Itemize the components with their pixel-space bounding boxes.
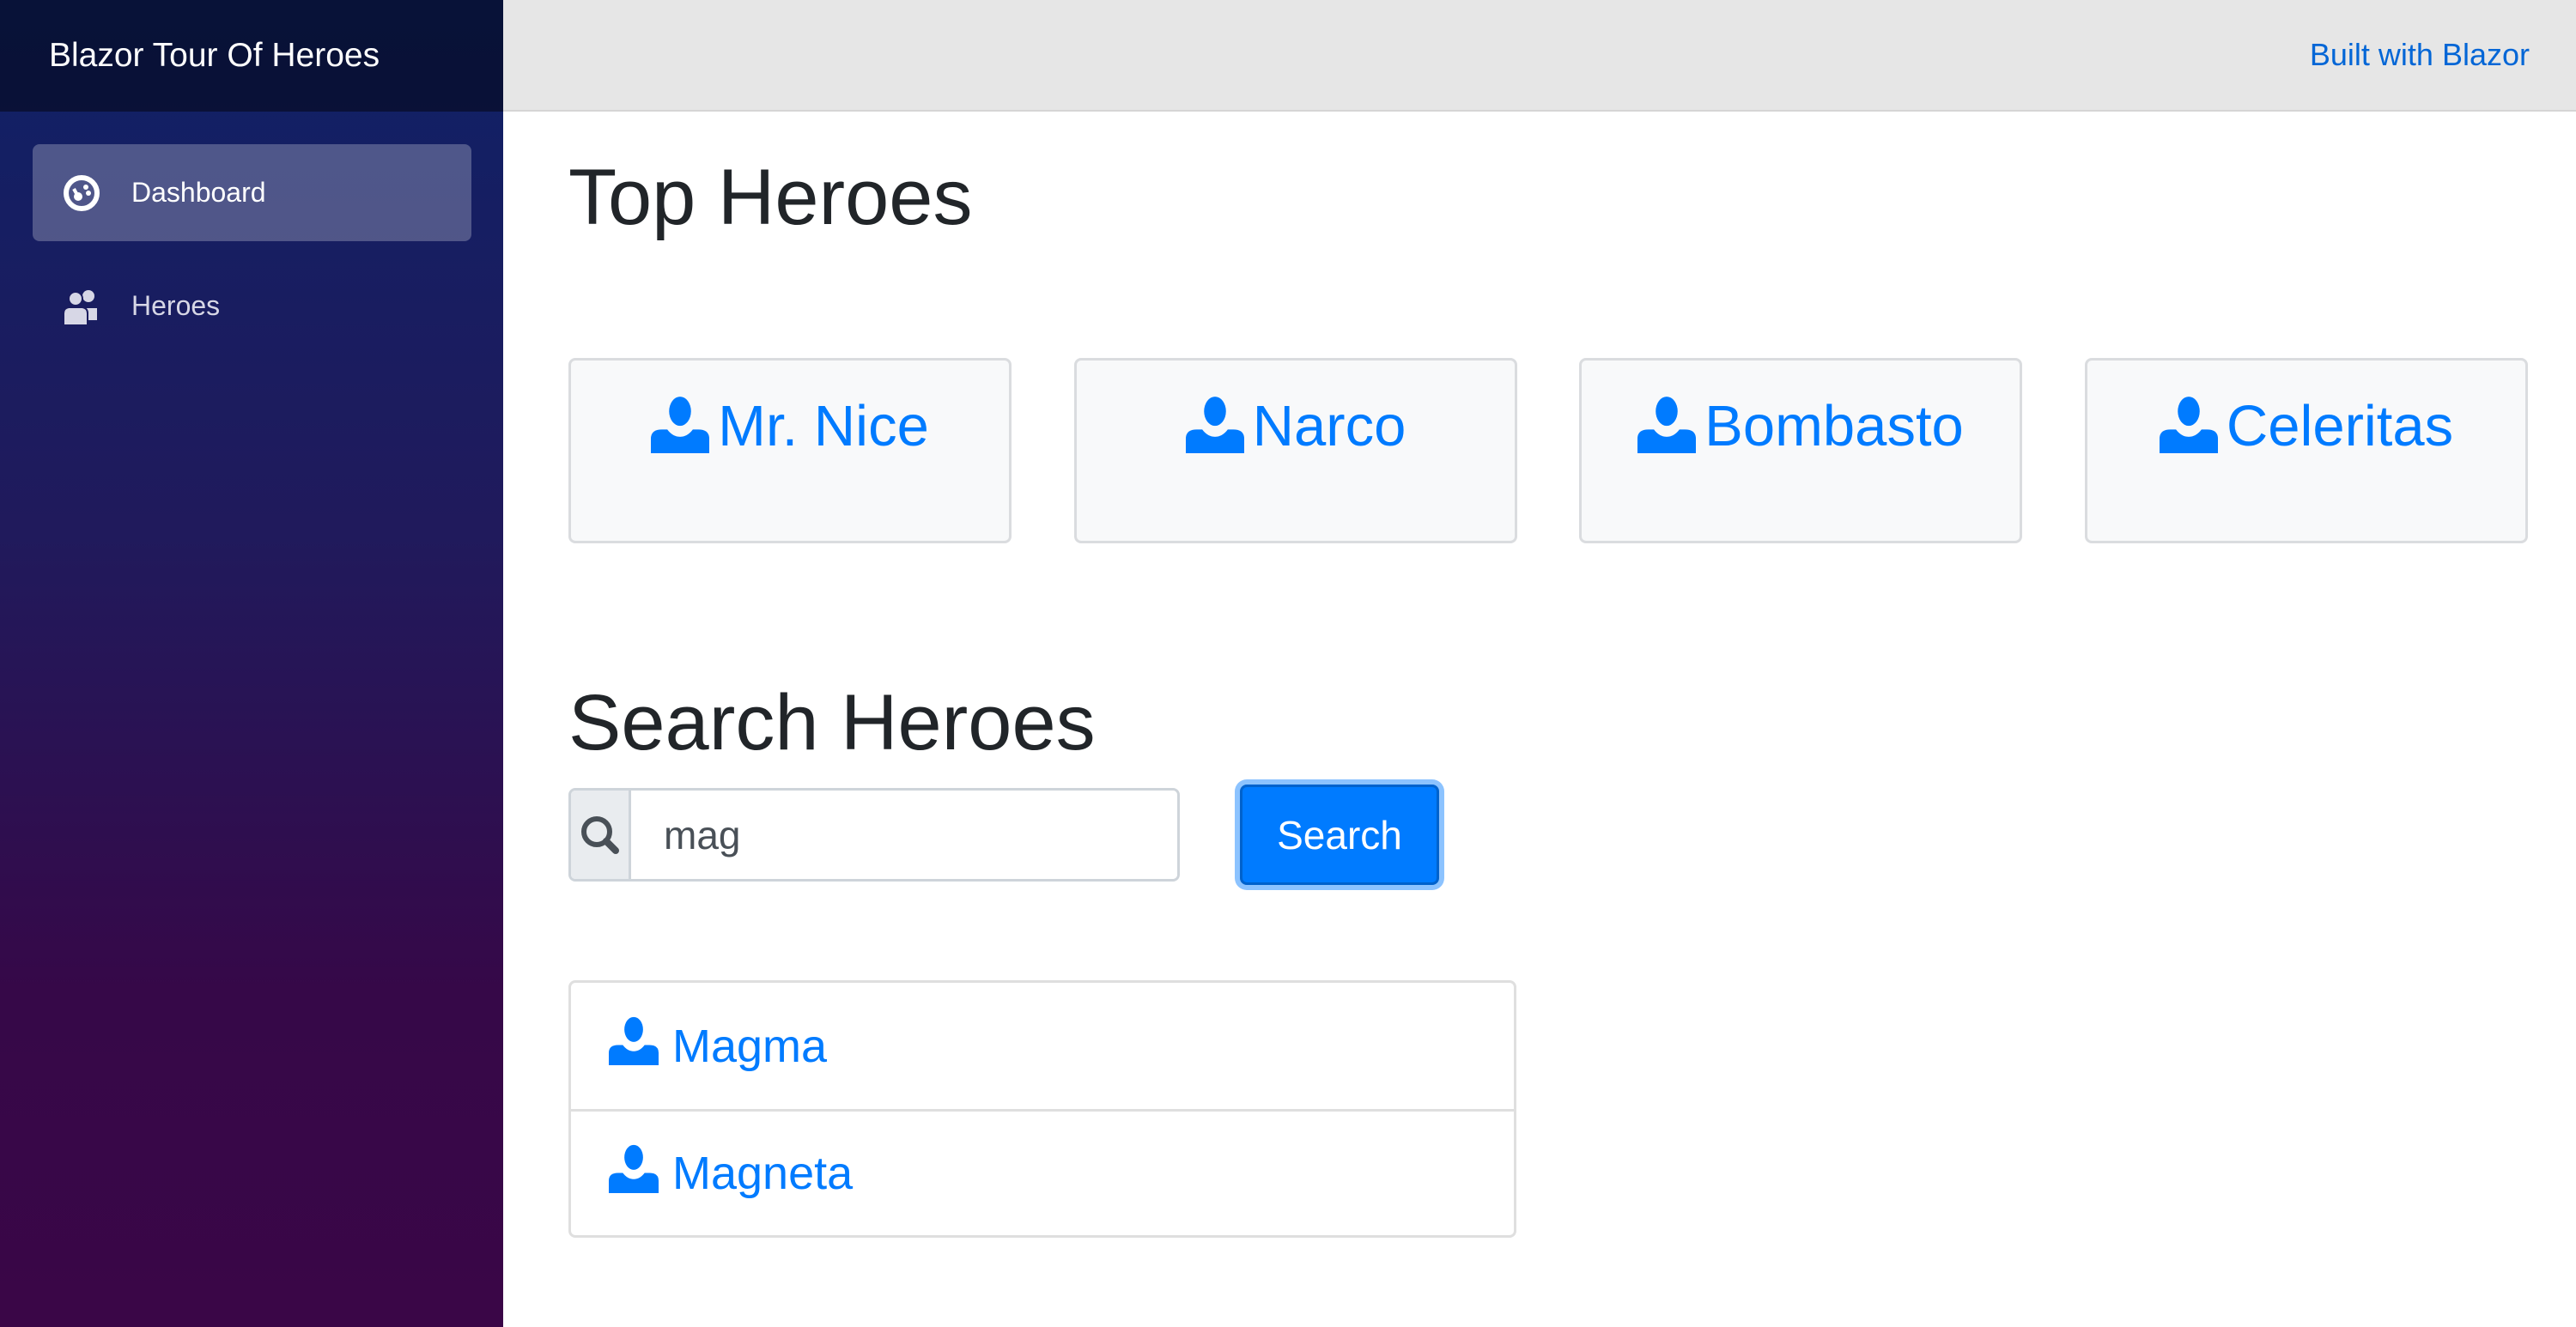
hero-card[interactable]: Bombasto	[1579, 358, 2022, 543]
hero-name: Narco	[1252, 394, 1406, 458]
built-with-blazor-link[interactable]: Built with Blazor	[2310, 37, 2530, 73]
people-icon	[62, 287, 101, 326]
hero-name: Mr. Nice	[718, 394, 929, 458]
hero-card[interactable]: Narco	[1074, 358, 1517, 543]
sidebar-item-label: Heroes	[131, 290, 221, 321]
dashboard-icon	[62, 173, 101, 213]
sidebar-item-label: Dashboard	[131, 177, 266, 208]
hero-name: Magma	[672, 1020, 828, 1072]
person-icon	[2159, 395, 2218, 541]
sidebar-item-heroes[interactable]: Heroes	[33, 258, 471, 354]
person-icon	[1637, 395, 1697, 541]
search-icon	[571, 791, 631, 879]
hero-card[interactable]: Celeritas	[2085, 358, 2528, 543]
search-button[interactable]: Search	[1240, 785, 1439, 885]
search-results-list: Magma Magneta	[568, 980, 1516, 1238]
hero-name: Celeritas	[2226, 394, 2454, 458]
list-item[interactable]: Magma	[571, 983, 1514, 1109]
hero-name: Bombasto	[1704, 394, 1964, 458]
sidebar-item-dashboard[interactable]: Dashboard	[33, 144, 471, 241]
sidebar: Blazor Tour Of Heroes Dashboard Heroes	[0, 0, 503, 1327]
top-heroes-title: Top Heroes	[568, 154, 973, 241]
person-icon	[609, 1143, 659, 1204]
search-input-group	[568, 788, 1180, 882]
hero-name: Magneta	[672, 1148, 854, 1199]
person-icon	[651, 395, 710, 541]
list-item[interactable]: Magneta	[571, 1109, 1514, 1235]
top-bar: Built with Blazor	[503, 0, 2576, 112]
person-icon	[1185, 395, 1244, 541]
hero-card[interactable]: Mr. Nice	[568, 358, 1012, 543]
person-icon	[609, 1015, 659, 1076]
app-title[interactable]: Blazor Tour Of Heroes	[0, 0, 503, 112]
search-input[interactable]	[631, 791, 1177, 879]
search-heroes-title: Search Heroes	[568, 679, 1096, 767]
